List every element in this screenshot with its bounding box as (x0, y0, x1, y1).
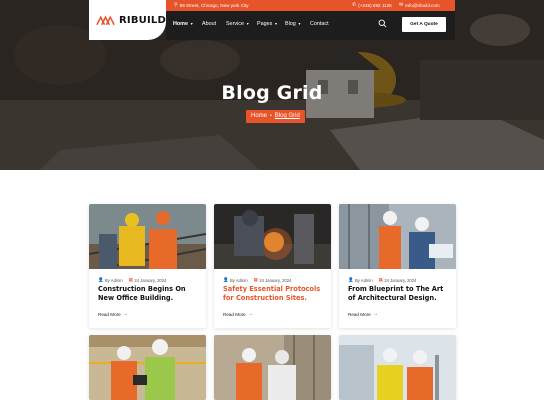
nav-item-label: Contact (310, 21, 329, 27)
post-image (214, 204, 331, 269)
arrow-right-icon: → (247, 311, 253, 317)
calendar-icon: ▦ (128, 277, 133, 282)
read-more-label: Read More (348, 311, 371, 317)
post-image (339, 335, 456, 400)
email-info[interactable]: ✉ Info@ribuild.com (399, 0, 440, 11)
logo-icon (96, 15, 115, 26)
post-author: By Admin (229, 277, 248, 283)
phone-icon: ✆ (352, 2, 357, 8)
blog-card[interactable] (214, 335, 331, 400)
post-title[interactable]: Safety Essential Protocols for Construct… (223, 285, 325, 304)
chevron-down-icon: ▼ (274, 22, 278, 26)
nav-item-service[interactable]: Service ▼ (226, 11, 249, 37)
read-more-link[interactable]: Read More → (348, 311, 378, 317)
post-title[interactable]: Construction Begins On New Office Buildi… (98, 285, 200, 304)
nav-item-contact[interactable]: Contact (310, 11, 329, 37)
user-icon: 👤 (348, 277, 354, 282)
post-image (89, 204, 206, 269)
post-date: 24 January, 2024 (384, 277, 417, 283)
post-title[interactable]: From Blueprint to The Art of Architectur… (348, 285, 450, 304)
blog-card[interactable]: 👤 By Admin ▦ 24 January, 2024 Construction… (89, 204, 206, 328)
phone-text: (+245) 592 1126 (358, 3, 392, 8)
post-author: By Admin (354, 277, 373, 283)
read-more-label: Read More (98, 311, 121, 317)
email-text: Info@ribuild.com (405, 3, 440, 8)
post-author: By Admin (104, 277, 123, 283)
post-image (89, 335, 206, 400)
nav-item-label: Service (226, 21, 244, 27)
post-meta: 👤 By Admin ▦ 24 January, 2024 (348, 277, 416, 283)
logo-text: RIBUILD (119, 14, 166, 26)
chevron-down-icon: ▼ (245, 22, 250, 26)
nav-item-about[interactable]: About (202, 11, 216, 37)
blog-card[interactable] (89, 335, 206, 400)
post-date: 24 January, 2024 (134, 277, 167, 283)
location-pin-icon: ⚲ (174, 2, 178, 8)
address-text: 99 Street, Chicago, New york City (179, 3, 249, 8)
blog-card[interactable]: 👤 By Admin ▦ 24 January, 2024 From Bluepri… (339, 204, 456, 328)
arrow-right-icon: → (122, 311, 128, 317)
nav-item-home[interactable]: Home ▼ (173, 11, 193, 37)
post-meta: 👤 By Admin ▦ 24 January, 2024 (223, 277, 291, 283)
breadcrumb-current: Blog Grid (274, 113, 300, 119)
breadcrumb-separator-icon: • (270, 113, 272, 119)
breadcrumb-home-link[interactable]: Home (251, 110, 267, 123)
read-more-link[interactable]: Read More → (98, 311, 128, 317)
post-meta: 👤 By Admin ▦ 24 January, 2024 (98, 277, 166, 283)
read-more-label: Read More (223, 311, 246, 317)
main-nav: Home ▼ About Service ▼ Pages ▼ Blog ▼ Co… (166, 11, 455, 40)
breadcrumb: Home • Blog Grid (246, 110, 305, 123)
calendar-icon: ▦ (378, 277, 383, 282)
post-image (339, 204, 456, 269)
nav-item-label: Pages (257, 21, 273, 27)
blog-card[interactable] (339, 335, 456, 400)
post-date: 24 January, 2024 (259, 277, 292, 283)
address-info: ⚲ 99 Street, Chicago, New york City (174, 0, 249, 11)
get-quote-button[interactable]: Get A Quote (402, 17, 446, 32)
phone-info[interactable]: ✆ (+245) 592 1126 (352, 0, 392, 11)
blog-card[interactable]: 👤 By Admin ▦ 24 January, 2024 Safety Essen… (214, 204, 331, 328)
search-icon[interactable] (378, 19, 387, 28)
read-more-link[interactable]: Read More → (223, 311, 253, 317)
nav-item-pages[interactable]: Pages ▼ (257, 11, 278, 37)
nav-item-label: Blog (285, 21, 296, 27)
user-icon: 👤 (98, 277, 104, 282)
site-logo[interactable]: RIBUILD (89, 0, 166, 40)
top-contact-bar: ⚲ 99 Street, Chicago, New york City ✆ (+… (166, 0, 455, 11)
arrow-right-icon: → (372, 311, 378, 317)
post-image (214, 335, 331, 400)
nav-item-label: Home (173, 21, 188, 27)
nav-item-blog[interactable]: Blog ▼ (285, 11, 301, 37)
nav-item-label: About (202, 21, 217, 27)
chevron-down-icon: ▼ (189, 22, 194, 26)
chevron-down-icon: ▼ (297, 22, 302, 26)
calendar-icon: ▦ (253, 277, 258, 282)
page-title: Blog Grid (221, 82, 323, 104)
user-icon: 👤 (223, 277, 229, 282)
envelope-icon: ✉ (399, 2, 404, 8)
